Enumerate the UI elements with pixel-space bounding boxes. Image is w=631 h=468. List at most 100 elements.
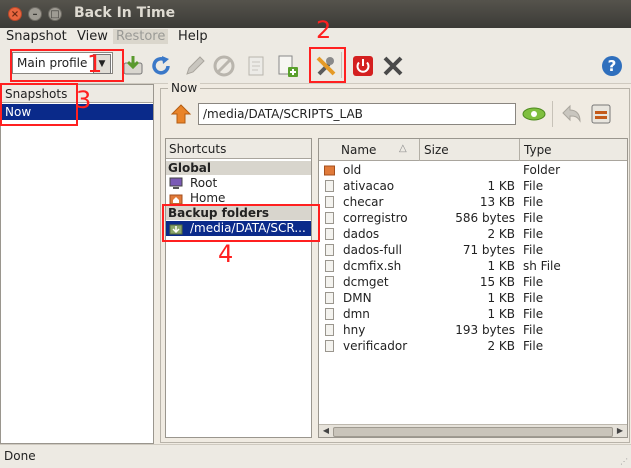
path-field[interactable]: /media/DATA/SCRIPTS_LAB (198, 103, 516, 125)
take-snapshot-icon[interactable] (121, 54, 145, 78)
file-row[interactable]: dcmfix.sh 1 KB sh File (319, 258, 627, 274)
file-type: File (523, 291, 544, 305)
file-size: 1 KB (487, 307, 515, 321)
file-size: 1 KB (487, 179, 515, 193)
annotation-box-1 (10, 49, 124, 82)
file-name: old (343, 163, 362, 177)
file-size: 71 bytes (462, 243, 515, 257)
file-row[interactable]: dados 2 KB File (319, 226, 627, 242)
path-field-value: /media/DATA/SCRIPTS_LAB (203, 107, 363, 121)
file-row[interactable]: corregistro 586 bytes File (319, 210, 627, 226)
file-name: checar (343, 195, 384, 209)
file-name: verificador (343, 339, 408, 353)
file-name: dados-full (343, 243, 403, 257)
folder-up-icon[interactable] (170, 103, 192, 125)
file-size: 2 KB (487, 227, 515, 241)
shutdown-icon[interactable] (351, 54, 375, 78)
menu-view[interactable]: View (77, 29, 108, 44)
annotation-box-4 (162, 204, 320, 242)
file-name: DMN (343, 291, 372, 305)
file-row[interactable]: verificador 2 KB File (319, 338, 627, 354)
horizontal-scrollbar[interactable]: ◀ ▶ (319, 424, 627, 437)
annotation-box-3 (0, 83, 78, 126)
toolbar-separator (552, 101, 553, 127)
view-log-icon[interactable] (244, 54, 268, 78)
snapshots-dialog-icon[interactable] (590, 103, 612, 125)
file-icon (325, 292, 334, 304)
file-icon (325, 196, 334, 208)
file-row[interactable]: checar 13 KB File (319, 194, 627, 210)
file-name: dmn (343, 307, 370, 321)
scroll-right-icon[interactable]: ▶ (614, 425, 626, 437)
shortcut-root-label: Root (190, 176, 218, 190)
file-type: File (523, 227, 544, 241)
shortcut-root[interactable]: Root (166, 176, 311, 191)
add-file-icon[interactable] (275, 54, 299, 78)
file-icon (325, 308, 334, 320)
edit-icon[interactable] (183, 54, 207, 78)
menu-help[interactable]: Help (178, 29, 208, 44)
restore-icon[interactable] (559, 103, 583, 125)
now-panel-title: Now (168, 81, 201, 95)
file-row[interactable]: hny 193 bytes File (319, 322, 627, 338)
column-size[interactable]: Size (424, 143, 449, 157)
folder-icon (324, 165, 335, 176)
scroll-left-icon[interactable]: ◀ (320, 425, 332, 437)
shortcuts-group-global: Global (166, 161, 311, 175)
file-name: dados (343, 227, 380, 241)
file-list-header: Name △ Size Type (319, 139, 627, 161)
file-type: File (523, 323, 544, 337)
status-text: Done (4, 449, 36, 463)
window-minimize-button[interactable]: – (28, 7, 42, 21)
column-name[interactable]: Name (341, 143, 376, 157)
file-type: File (523, 275, 544, 289)
file-type: File (523, 243, 544, 257)
file-icon (325, 244, 334, 256)
file-type: File (523, 339, 544, 353)
window-maximize-button[interactable]: □ (48, 7, 62, 21)
file-size: 2 KB (487, 339, 515, 353)
window-title: Back In Time (74, 5, 176, 21)
refresh-icon[interactable] (149, 54, 173, 78)
file-icon (325, 276, 334, 288)
file-name: dcmfix.sh (343, 259, 402, 273)
annotation-number-3: 3 (76, 86, 92, 114)
file-row[interactable]: dados-full 71 bytes File (319, 242, 627, 258)
file-size: 13 KB (479, 195, 515, 209)
file-size: 586 bytes (455, 211, 515, 225)
column-separator[interactable] (519, 139, 520, 161)
column-type[interactable]: Type (524, 143, 552, 157)
file-row[interactable]: old Folder (319, 162, 627, 178)
file-size: 1 KB (487, 291, 515, 305)
column-separator[interactable] (419, 139, 420, 161)
snapshots-list[interactable] (0, 84, 154, 444)
file-row[interactable]: DMN 1 KB File (319, 290, 627, 306)
help-icon[interactable]: ? (600, 54, 624, 78)
file-row[interactable]: ativacao 1 KB File (319, 178, 627, 194)
file-name: ativacao (343, 179, 395, 193)
file-row[interactable]: dmn 1 KB File (319, 306, 627, 322)
file-icon (325, 340, 334, 352)
exit-icon[interactable] (381, 54, 405, 78)
file-type: Folder (523, 163, 561, 177)
file-icon (325, 260, 334, 272)
file-type: File (523, 307, 544, 321)
window-close-button[interactable]: × (8, 7, 22, 21)
computer-icon (169, 177, 183, 189)
scrollbar-thumb[interactable] (333, 427, 613, 437)
file-name: hny (343, 323, 366, 337)
file-icon (325, 180, 334, 192)
annotation-number-2: 2 (316, 16, 332, 44)
remove-snapshot-icon[interactable] (212, 54, 236, 78)
file-row[interactable]: dcmget 15 KB File (319, 274, 627, 290)
show-hidden-icon[interactable] (522, 104, 546, 124)
menu-snapshot[interactable]: Snapshot (6, 29, 67, 44)
file-icon (325, 228, 334, 240)
menu-restore[interactable]: Restore (113, 29, 169, 44)
shortcuts-header[interactable]: Shortcuts (166, 139, 311, 159)
file-type: File (523, 195, 544, 209)
resize-grip-icon[interactable]: ⋰ (620, 457, 628, 466)
file-icon (325, 212, 334, 224)
file-type: sh File (523, 259, 561, 273)
file-name: dcmget (343, 275, 389, 289)
